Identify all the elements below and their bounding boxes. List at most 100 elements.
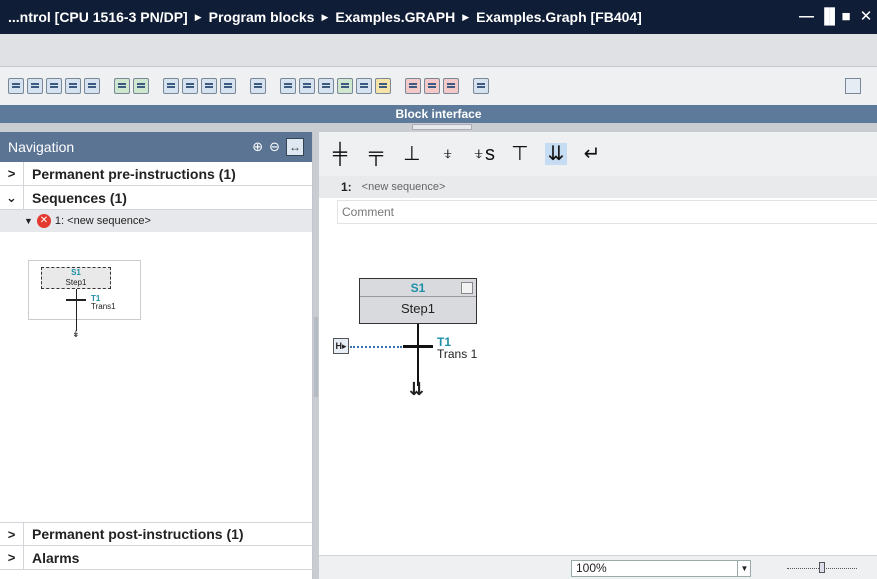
step-name: Step1 [401, 301, 435, 316]
toolbar-button-2[interactable] [27, 78, 43, 94]
navigation-panel: Navigation ⊕ ⊖ ↔ > Permanent pre-instruc… [0, 132, 313, 579]
toolbar-button-9[interactable] [182, 78, 198, 94]
toolbar-button-5[interactable] [84, 78, 100, 94]
breadcrumb-separator-icon: ▶ [194, 11, 202, 22]
breadcrumb-fb404[interactable]: Examples.Graph [FB404] [476, 9, 642, 25]
network-title-bar[interactable]: 1: <new sequence> [319, 176, 877, 198]
secondary-bar [0, 34, 877, 67]
expand-triangle-icon[interactable]: ▼ [24, 216, 33, 226]
network-title[interactable]: <new sequence> [362, 181, 446, 193]
transition-condition-icon[interactable]: H▸ [333, 338, 349, 354]
navigation-title: Navigation [8, 139, 75, 155]
breadcrumb-separator-icon: ▶ [321, 11, 329, 22]
toolbar-button-1[interactable] [8, 78, 24, 94]
block-interface-bar[interactable]: Block interface [0, 105, 877, 123]
zoom-out-icon[interactable]: ⊖ [269, 139, 280, 155]
step-header: S1 [360, 279, 476, 297]
toolbar-button-13[interactable] [280, 78, 296, 94]
nav-row-permanent-post-instructions[interactable]: > Permanent post-instructions (1) [0, 522, 313, 546]
toolbar-button-8[interactable] [163, 78, 179, 94]
breadcrumb-program-blocks[interactable]: Program blocks [209, 9, 315, 25]
window-controls: — ▐▌ ■ ✕ [799, 7, 873, 26]
insert-transition-icon[interactable]: ⊥ [401, 143, 423, 165]
insert-step-transition-icon[interactable]: ╪ [329, 143, 351, 165]
nav-row-label: Alarms [32, 549, 80, 566]
graph-editor: ╪ ╤ ⊥ ⍖ ⍖s ⊤ ⇊ ↵ 1: <new sequence> Comme… [319, 132, 877, 579]
chevron-down-icon[interactable]: ⌄ [0, 186, 24, 209]
toolbar-button-7[interactable] [133, 78, 149, 94]
jump-arrow-icon: ⇊ [409, 379, 425, 399]
toolbar-button-22[interactable] [473, 78, 489, 94]
nav-row-label: Permanent post-instructions (1) [32, 526, 244, 542]
toolbar-button-3[interactable] [46, 78, 62, 94]
thumbnail-step-name: Step1 [65, 278, 87, 287]
insert-jump-icon[interactable]: ⍖ [437, 143, 459, 165]
toolbar-button-4[interactable] [65, 78, 81, 94]
open-branch-icon[interactable]: ⊤ [509, 143, 531, 165]
zoom-in-icon[interactable]: ⊕ [252, 139, 263, 155]
thumbnail-step-id: S1 [71, 268, 81, 277]
sequence-thumbnail[interactable]: S1 Step1 T1 Trans1 ↡ [28, 260, 141, 339]
nav-row-alarms[interactable]: > Alarms [0, 546, 313, 570]
toolbar-button-11[interactable] [220, 78, 236, 94]
toolbar-button-16[interactable] [337, 78, 353, 94]
toolbar-button-10[interactable] [201, 78, 217, 94]
zoom-select[interactable]: 100% [571, 560, 751, 577]
toolbar-button-14[interactable] [299, 78, 315, 94]
thumbnail-step: S1 Step1 [41, 267, 111, 289]
toolbar-button-19[interactable] [405, 78, 421, 94]
chevron-right-icon[interactable]: > [0, 162, 24, 185]
nav-row-permanent-pre-instructions[interactable]: > Permanent pre-instructions (1) [0, 162, 312, 186]
toolbar-button-12[interactable] [250, 78, 266, 94]
maximize-button[interactable]: ■ [839, 8, 853, 25]
fit-width-icon[interactable]: ↔ [286, 138, 304, 156]
step-s1[interactable]: S1 Step1 [359, 278, 477, 324]
close-button[interactable]: ✕ [859, 7, 873, 25]
breadcrumb-examples-graph[interactable]: Examples.GRAPH [335, 9, 455, 25]
toolbar-button-17[interactable] [356, 78, 372, 94]
restore-button[interactable]: ▐▌ [819, 8, 840, 25]
breadcrumb-cpu[interactable]: ...ntrol [CPU 1516-3 PN/DP] [8, 9, 188, 25]
minimize-button[interactable]: — [799, 8, 814, 25]
nav-bottom-group: > Permanent post-instructions (1) > Alar… [0, 522, 313, 570]
close-branch-icon[interactable]: ↵ [581, 143, 603, 165]
splitter-nub-expand[interactable] [314, 357, 318, 397]
chevron-down-icon[interactable]: ▼ [737, 561, 751, 576]
thumbnail-connector [76, 289, 77, 331]
toolbar-button-15[interactable] [318, 78, 334, 94]
step-action-table-icon[interactable] [461, 282, 473, 294]
transition-name: Trans 1 [437, 347, 478, 361]
toolbar-button-6[interactable] [114, 78, 130, 94]
toolbar-button-18[interactable] [375, 78, 391, 94]
navigation-tools: ⊕ ⊖ ↔ [252, 138, 304, 156]
simultaneous-branch-icon[interactable]: ⇊ [545, 143, 567, 165]
toolbar-right-button[interactable] [845, 78, 861, 94]
breadcrumb-separator-icon: ▶ [462, 11, 470, 22]
chevron-right-icon[interactable]: > [0, 523, 24, 545]
error-icon: ✕ [36, 214, 51, 228]
editor-toolbar [0, 67, 877, 105]
navigation-header: Navigation ⊕ ⊖ ↔ [0, 132, 312, 162]
transition-t1-bar[interactable] [403, 345, 433, 348]
sequence-connector [417, 324, 419, 386]
zoom-slider-handle[interactable] [819, 562, 825, 573]
network-number: 1: [341, 180, 352, 194]
thumbnail-trans-name: Trans1 [91, 302, 116, 311]
insert-jump-s-icon[interactable]: ⍖s [473, 143, 495, 165]
nav-row-sequences[interactable]: ⌄ Sequences (1) [0, 186, 312, 210]
condition-link-line [350, 346, 402, 348]
insert-step-icon[interactable]: ╤ [365, 143, 387, 165]
sequence-item[interactable]: ▼ ✕ 1: <new sequence> [0, 210, 312, 232]
network-comment[interactable]: Comment [337, 200, 877, 224]
thumbnail-jump-arrow-icon: ↡ [72, 329, 80, 339]
chevron-right-icon[interactable]: > [0, 546, 24, 569]
step-id: S1 [410, 281, 426, 295]
splitter-nub-collapse[interactable] [314, 317, 318, 357]
thumbnail-transition-label: T1 Trans1 [91, 295, 116, 311]
nav-row-label: Sequences (1) [32, 189, 127, 206]
zoom-bar: 100% ▼ [319, 555, 877, 579]
splitter-grip[interactable] [412, 124, 472, 130]
horizontal-splitter[interactable] [0, 123, 877, 132]
toolbar-button-20[interactable] [424, 78, 440, 94]
toolbar-button-21[interactable] [443, 78, 459, 94]
